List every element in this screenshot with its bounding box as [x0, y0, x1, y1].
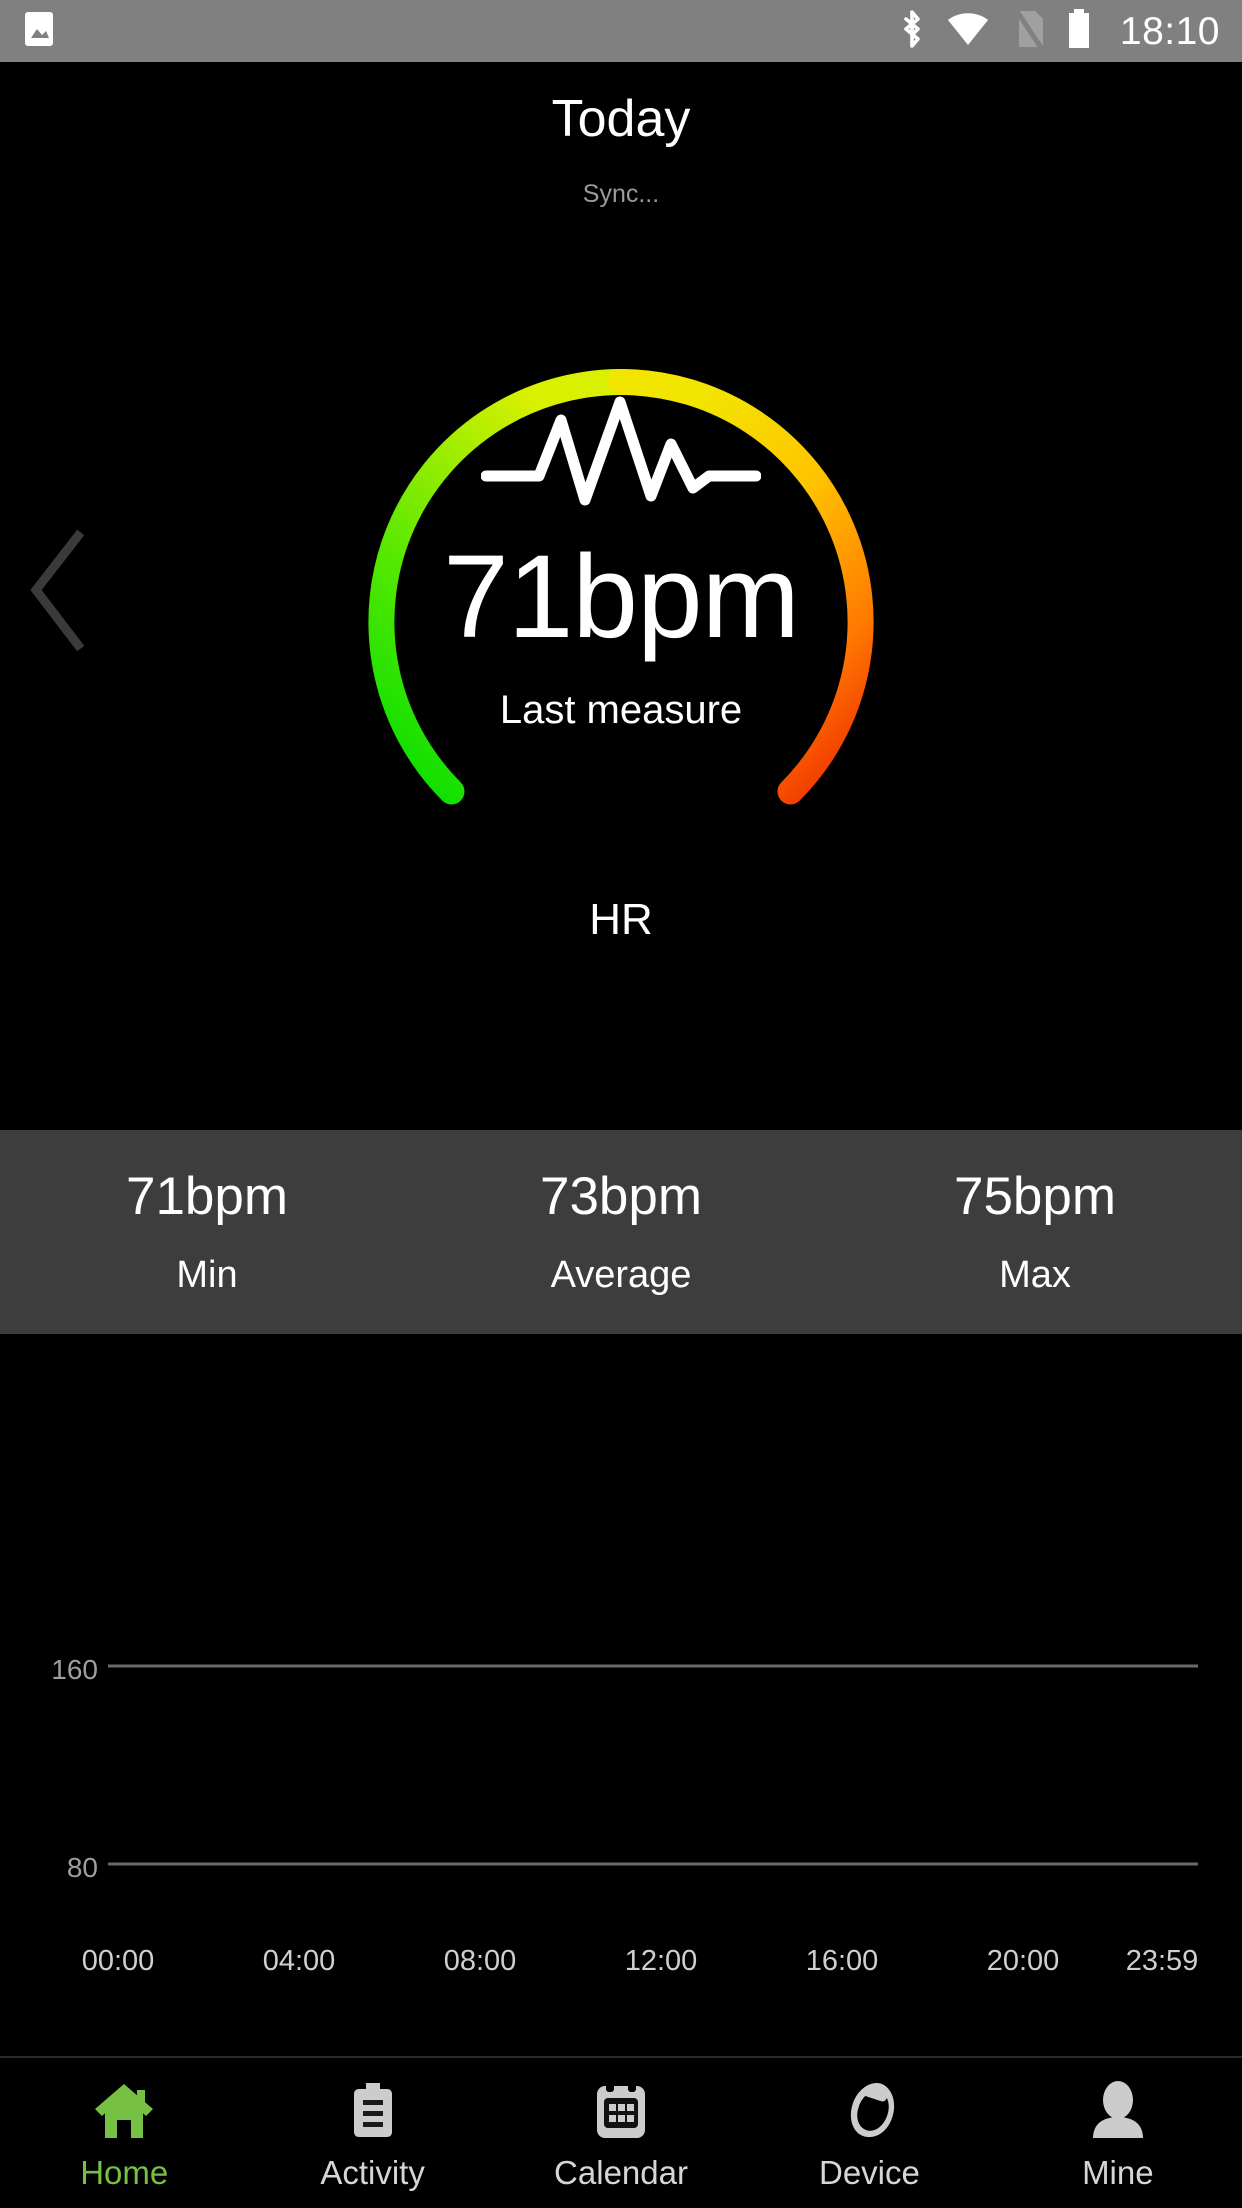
stat-max-label: Max	[999, 1254, 1071, 1296]
stat-min-label: Min	[176, 1254, 238, 1296]
nav-tab-home[interactable]: Home	[0, 2078, 248, 2189]
heart-rate-metric-label: HR	[589, 895, 653, 944]
home-icon	[95, 2083, 154, 2138]
x-tick-label-2359: 23:59	[1125, 1945, 1199, 1977]
heart-rate-chart[interactable]: 160 80 00:00 04:00 08:00 12:00 16:00 20:…	[0, 1334, 1242, 2034]
x-tick-label-0000: 00:00	[81, 1945, 155, 1977]
nav-tab-home-label: Home	[80, 2153, 169, 2191]
nav-tab-device[interactable]: Device	[745, 2078, 993, 2189]
page-title: Today	[551, 90, 691, 148]
nav-tab-calendar-label: Calendar	[554, 2153, 688, 2191]
x-tick-label-2000: 20:00	[986, 1945, 1060, 1977]
chart-plot-area	[108, 1664, 1198, 1866]
no-sim-icon	[1009, 8, 1047, 55]
status-bar-right: 18:10	[897, 8, 1220, 55]
x-tick-label-0400: 04:00	[262, 1945, 336, 1977]
y-tick-label-160: 160	[51, 1654, 98, 1685]
nav-tab-activity-label: Activity	[320, 2153, 425, 2191]
bluetooth-icon	[897, 8, 927, 55]
wifi-icon	[946, 9, 990, 54]
nav-tab-mine[interactable]: Mine	[994, 2078, 1242, 2189]
stat-min-value: 71bpm	[125, 1167, 289, 1226]
y-tick-label-80: 80	[66, 1852, 98, 1883]
gauge-content: 71bpm Last measure	[351, 352, 891, 892]
battery-icon	[1066, 8, 1092, 55]
x-tick-label-1200: 12:00	[624, 1945, 698, 1977]
previous-day-button[interactable]	[22, 528, 92, 653]
nav-tab-device-label: Device	[818, 2153, 920, 2191]
stat-average: 73bpm Average	[414, 1170, 828, 1294]
nav-tab-calendar[interactable]: Calendar	[497, 2078, 745, 2189]
person-icon	[1092, 2080, 1143, 2138]
stat-average-label: Average	[550, 1254, 692, 1296]
chevron-left-icon	[30, 529, 85, 652]
ecg-waveform-icon	[481, 396, 761, 506]
x-tick-label-0800: 08:00	[443, 1945, 517, 1977]
app-root: 18:10 Today Sync... 71bpm Last measure H…	[0, 0, 1242, 2208]
heart-rate-sublabel: Last measure	[499, 688, 743, 732]
x-tick-label-1600: 16:00	[805, 1945, 879, 1977]
status-bar: 18:10	[0, 0, 1242, 62]
status-bar-clock: 18:10	[1119, 9, 1220, 53]
wristband-icon	[851, 2082, 895, 2137]
stat-min: 71bpm Min	[0, 1170, 414, 1294]
heart-rate-gauge[interactable]: 71bpm Last measure	[351, 352, 891, 892]
stats-row: 71bpm Min 73bpm Average 75bpm Max	[0, 1130, 1242, 1334]
stat-average-value: 73bpm	[539, 1167, 703, 1226]
stat-max: 75bpm Max	[828, 1170, 1242, 1294]
nav-tab-activity[interactable]: Activity	[248, 2078, 496, 2189]
nav-tab-mine-label: Mine	[1082, 2153, 1154, 2191]
image-icon	[22, 10, 56, 53]
calendar-icon	[597, 2080, 646, 2138]
status-bar-left	[22, 10, 56, 53]
sync-status-text: Sync...	[582, 180, 660, 208]
clipboard-icon	[353, 2082, 392, 2137]
heart-rate-value: 71bpm	[443, 531, 800, 663]
bottom-navigation: Home Activity Calendar Device Mine	[0, 2056, 1242, 2208]
stat-max-value: 75bpm	[953, 1167, 1117, 1226]
